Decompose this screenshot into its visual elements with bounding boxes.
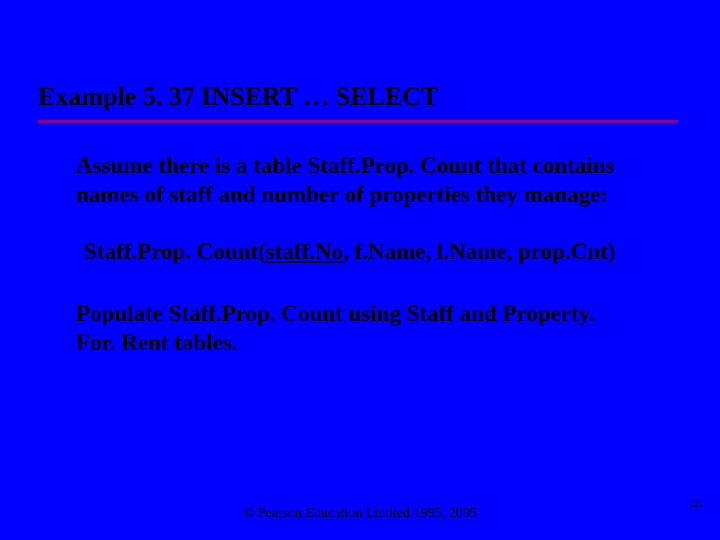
schema-line: Staff.Prop. Count(staff.No, f.Name, l.Na… [84,238,636,267]
slide-title: Example 5. 37 INSERT … SELECT [38,82,682,118]
title-block: Example 5. 37 INSERT … SELECT [38,82,682,123]
title-underline [38,120,678,123]
schema-prefix: Staff.Prop. Count( [84,239,266,264]
paragraph-intro: Assume there is a table Staff.Prop. Coun… [76,152,636,210]
schema-rest: , f.Name, l.Name, prop.Cnt) [343,239,615,264]
paragraph-task: Populate Staff.Prop. Count using Staff a… [76,300,636,358]
copyright-footer: © Pearson Education Limited 1995, 2005 [0,506,720,522]
page-number: 121 [689,499,704,510]
schema-primary-key: staff.No [266,239,343,264]
slide-body: Assume there is a table Staff.Prop. Coun… [76,152,636,358]
slide: Example 5. 37 INSERT … SELECT Assume the… [0,0,720,540]
